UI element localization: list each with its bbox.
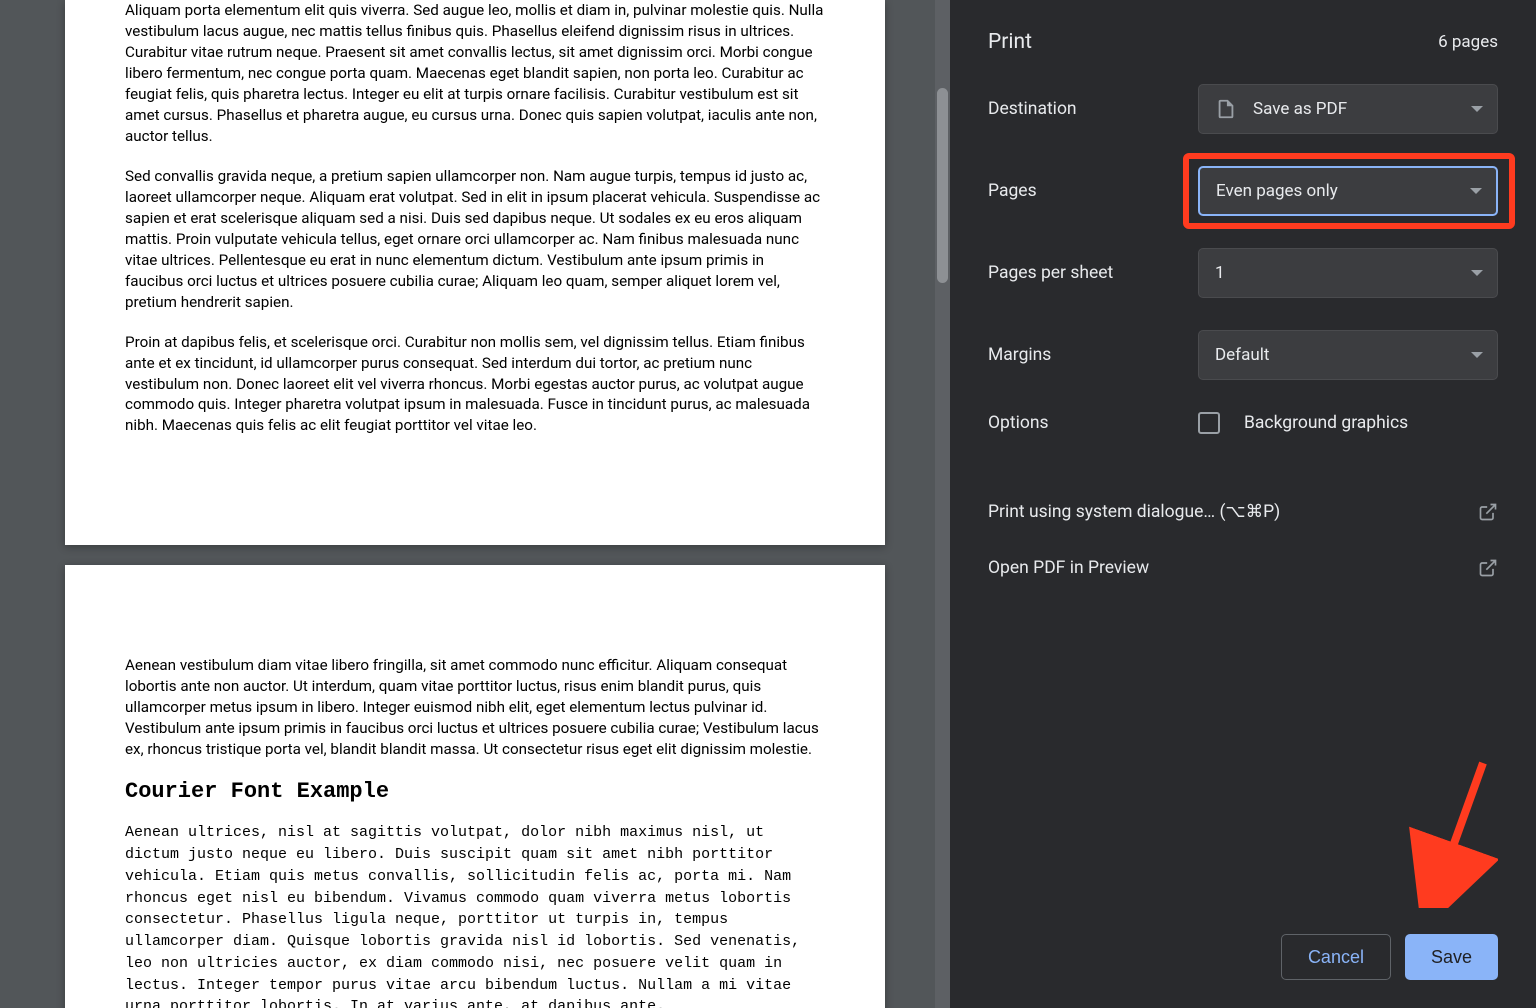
pages-per-sheet-dropdown[interactable]: 1 — [1198, 248, 1498, 298]
preview-page-2: Aenean vestibulum diam vitae libero frin… — [65, 565, 885, 1008]
open-preview-link[interactable]: Open PDF in Preview — [950, 540, 1536, 596]
pages-row: Pages Even pages only — [950, 166, 1536, 216]
chevron-down-icon — [1471, 270, 1483, 276]
background-graphics-checkbox[interactable] — [1198, 412, 1220, 434]
print-title: Print — [988, 30, 1032, 54]
margins-row: Margins Default — [950, 330, 1536, 380]
options-label: Options — [988, 413, 1198, 433]
margins-label: Margins — [988, 345, 1198, 365]
preview-page-1: Aliquam porta elementum elit quis viverr… — [65, 0, 885, 545]
body-paragraph: Aliquam porta elementum elit quis viverr… — [125, 0, 825, 147]
print-preview-area: Aliquam porta elementum elit quis viverr… — [0, 0, 950, 1008]
destination-value: Save as PDF — [1253, 99, 1347, 119]
margins-dropdown[interactable]: Default — [1198, 330, 1498, 380]
pages-dropdown[interactable]: Even pages only — [1198, 166, 1498, 216]
cancel-button[interactable]: Cancel — [1281, 934, 1391, 980]
body-paragraph: Proin at dapibus felis, et scelerisque o… — [125, 332, 825, 437]
page-count: 6 pages — [1438, 32, 1498, 52]
open-preview-text: Open PDF in Preview — [988, 558, 1149, 578]
margins-value: Default — [1215, 345, 1269, 365]
external-link-icon — [1478, 502, 1498, 522]
save-button[interactable]: Save — [1405, 934, 1498, 980]
chevron-down-icon — [1471, 352, 1483, 358]
pages-value: Even pages only — [1216, 181, 1338, 201]
print-settings-sidebar: Print 6 pages Destination Save as PDF Pa… — [950, 0, 1536, 1008]
pages-label: Pages — [988, 181, 1198, 201]
body-paragraph: Sed convallis gravida neque, a pretium s… — [125, 166, 825, 313]
sidebar-header: Print 6 pages — [950, 0, 1536, 84]
destination-label: Destination — [988, 99, 1198, 119]
body-paragraph: Aenean vestibulum diam vitae libero frin… — [125, 655, 825, 760]
mono-paragraph: Aenean ultrices, nisl at sagittis volutp… — [125, 822, 825, 1008]
courier-heading: Courier Font Example — [125, 779, 825, 804]
pages-per-sheet-label: Pages per sheet — [988, 263, 1198, 283]
pdf-file-icon — [1215, 98, 1237, 120]
chevron-down-icon — [1470, 188, 1482, 194]
system-dialog-text: Print using system dialogue… (⌥⌘P) — [988, 502, 1280, 522]
destination-row: Destination Save as PDF — [950, 84, 1536, 134]
chevron-down-icon — [1471, 106, 1483, 112]
preview-scrollbar[interactable] — [935, 0, 950, 1008]
background-graphics-label: Background graphics — [1244, 413, 1408, 433]
scrollbar-thumb[interactable] — [937, 88, 948, 283]
options-row: Options Background graphics — [950, 412, 1536, 434]
pages-per-sheet-value: 1 — [1215, 263, 1225, 283]
background-graphics-option[interactable]: Background graphics — [1198, 412, 1408, 434]
system-dialog-link[interactable]: Print using system dialogue… (⌥⌘P) — [950, 484, 1536, 540]
pages-per-sheet-row: Pages per sheet 1 — [950, 248, 1536, 298]
external-link-icon — [1478, 558, 1498, 578]
footer-buttons: Cancel Save — [1281, 934, 1498, 980]
destination-dropdown[interactable]: Save as PDF — [1198, 84, 1498, 134]
annotation-arrow — [1408, 758, 1498, 908]
